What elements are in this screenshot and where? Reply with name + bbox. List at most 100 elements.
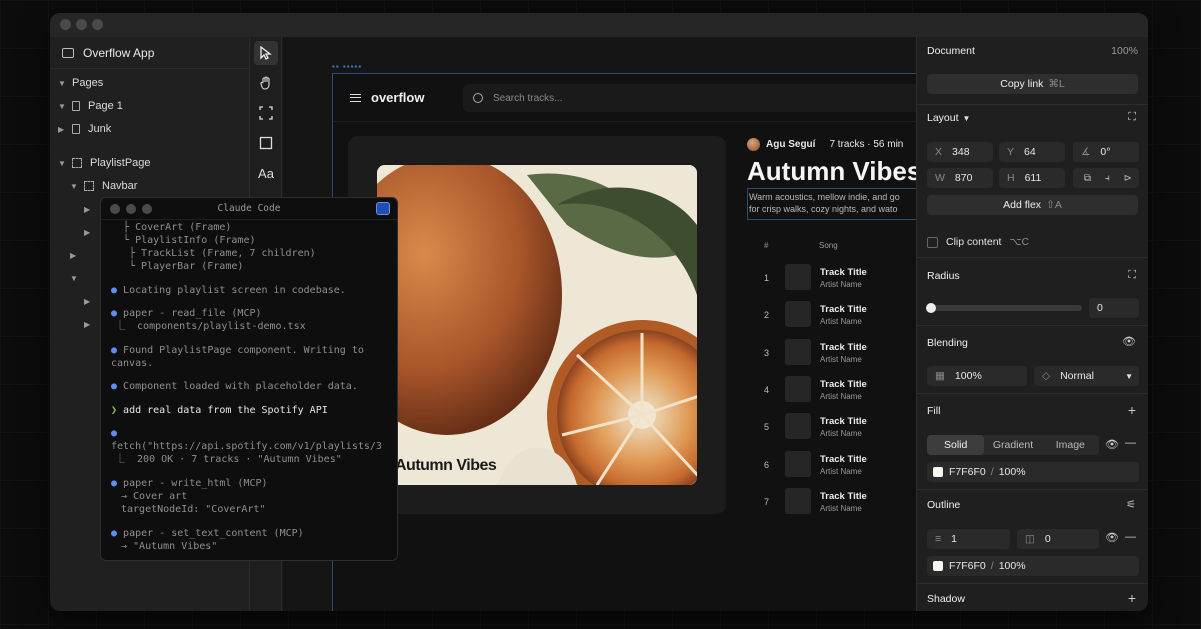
outline-color-field[interactable]: F7F6F0 / 100% (927, 556, 1139, 576)
chevron-right-icon[interactable]: ▶ (84, 228, 98, 237)
color-swatch[interactable] (933, 561, 943, 571)
remove-fill-icon[interactable]: — (1125, 437, 1136, 449)
expand-icon[interactable]: ⛶ (1128, 111, 1136, 124)
layer-playlistpage[interactable]: ▼ PlaylistPage (58, 154, 151, 172)
drop-icon: ◇ (1042, 370, 1051, 382)
terminal-line: ● (111, 427, 117, 440)
select-tool-icon[interactable] (254, 41, 278, 65)
document-label: Document (927, 45, 975, 57)
tab-image[interactable]: Image (1042, 435, 1099, 455)
remove-outline-icon[interactable]: — (1125, 531, 1136, 543)
rotation-field[interactable]: ∡ 0° (1073, 142, 1139, 162)
opacity-field[interactable]: ▦ 100% (927, 366, 1027, 386)
layer-navbar[interactable]: ▼ Navbar (70, 177, 137, 195)
chevron-down-icon[interactable]: ▼ (70, 182, 84, 191)
add-shadow-icon[interactable]: + (1128, 590, 1136, 606)
chevron-down-icon[interactable]: ▼ (70, 274, 84, 283)
tab-gradient[interactable]: Gradient (984, 435, 1041, 455)
brand-logo[interactable]: overflow (371, 90, 424, 105)
color-swatch[interactable] (933, 467, 943, 477)
height-field[interactable]: H 611 (999, 168, 1065, 188)
track-row[interactable]: 5 Track Title Artist Name (747, 413, 917, 441)
clip-content-row[interactable]: Clip content ⌥C (927, 236, 1138, 248)
width-field[interactable]: W 870 (927, 168, 993, 188)
layer-junk[interactable]: ▶ Junk (58, 120, 111, 138)
hand-tool-icon[interactable] (254, 71, 278, 95)
corner-radius-icon[interactable]: ⛶ (1128, 269, 1136, 282)
track-row[interactable]: 7 Track Title Artist Name (747, 487, 917, 516)
fill-color-field[interactable]: F7F6F0 / 100% (927, 462, 1139, 482)
menu-icon[interactable] (350, 94, 361, 102)
radius-field[interactable]: 0 (1089, 298, 1139, 318)
zoom-level[interactable]: 100% (1111, 45, 1138, 57)
separator: / (990, 466, 994, 478)
angle-icon: ∡ (1081, 146, 1091, 158)
playlist-description[interactable]: Warm acoustics, mellow indie, and go for… (747, 188, 917, 220)
terminal-title: Claude Code (217, 203, 281, 214)
blending-label: Blending (927, 337, 968, 349)
eye-icon[interactable]: 👁 (1105, 438, 1119, 451)
blend-mode-select[interactable]: ◇ Normal ▼ (1034, 366, 1139, 386)
app-icon (62, 47, 74, 58)
terminal-text: └ PlaylistInfo (Frame) (111, 235, 256, 246)
add-flex-button[interactable]: Add flex ⇧A (927, 195, 1138, 215)
page-icon (72, 124, 80, 134)
chevron-right-icon[interactable]: ▶ (70, 251, 84, 260)
layer-page-1[interactable]: ▼ Page 1 (58, 97, 123, 115)
tab-solid[interactable]: Solid (927, 435, 985, 455)
settings-sliders-icon[interactable]: ⚟ (1126, 498, 1136, 511)
x-field[interactable]: X 348 (927, 142, 993, 162)
radius-slider[interactable] (926, 303, 1082, 313)
add-fill-icon[interactable]: + (1128, 402, 1136, 418)
flip-vertical-icon[interactable]: ⊳ (1124, 173, 1132, 184)
minimize-window-button[interactable] (76, 19, 87, 30)
field-value: F7F6F0 (949, 466, 986, 478)
clip-content-checkbox[interactable] (927, 236, 938, 248)
chevron-right-icon[interactable]: ▶ (58, 125, 72, 134)
track-row[interactable]: 1 Track Title Artist Name (747, 264, 917, 292)
layer-collapsed[interactable]: ▶ (84, 200, 98, 218)
copy-link-button[interactable]: Copy link ⌘L (927, 74, 1138, 94)
playlist-page-frame[interactable]: overflow Search tracks... Autumn Vibes A… (332, 73, 923, 611)
layer-collapsed[interactable]: ▶ (84, 315, 98, 333)
field-value: 100% (998, 466, 1026, 478)
slider-knob[interactable] (926, 303, 936, 313)
chevron-down-icon[interactable]: ▼ (963, 114, 971, 123)
claude-code-terminal[interactable]: Claude Code ├ CoverArt (Frame) └ Playlis… (100, 197, 398, 561)
aspect-lock-icon[interactable]: ⧉ (1084, 173, 1091, 184)
chevron-down-icon[interactable]: ▼ (58, 102, 72, 111)
chevron-down-icon[interactable]: ▼ (58, 79, 72, 88)
app-header: Overflow App (50, 37, 249, 69)
frame-tool-icon[interactable] (254, 101, 278, 125)
track-row[interactable]: 2 Track Title Artist Name (747, 301, 917, 329)
track-number: 5 (764, 422, 770, 433)
track-row[interactable]: 6 Track Title Artist Name (747, 450, 917, 479)
maximize-window-button[interactable] (92, 19, 103, 30)
chevron-right-icon[interactable]: ▶ (84, 205, 98, 214)
chevron-right-icon[interactable]: ▶ (84, 320, 98, 329)
chevron-down-icon[interactable]: ▼ (58, 159, 72, 168)
outline-width-field[interactable]: ≡ 1 (927, 529, 1010, 549)
playlist-title: Autumn Vibes (747, 156, 922, 186)
layer-collapsed[interactable]: ▶ (84, 292, 98, 310)
track-artist: Artist Name (820, 429, 862, 439)
track-row[interactable]: 4 Track Title Artist Name (747, 375, 917, 404)
eye-icon[interactable]: 👁 (1105, 531, 1119, 544)
field-label: W (935, 172, 945, 184)
layer-collapsed[interactable]: ▶ (70, 246, 84, 264)
layer-collapsed[interactable]: ▼ (70, 269, 84, 287)
rectangle-tool-icon[interactable] (254, 131, 278, 155)
flip-horizontal-icon[interactable]: ⫞ (1105, 173, 1110, 184)
chevron-right-icon[interactable]: ▶ (84, 297, 98, 306)
close-window-button[interactable] (60, 19, 71, 30)
search-input[interactable]: Search tracks... (463, 84, 923, 112)
track-row[interactable]: 3 Track Title Artist Name (747, 338, 917, 367)
layout-header[interactable]: Layout ▼ (927, 112, 1138, 124)
layer-pages[interactable]: ▼ Pages (58, 74, 103, 92)
y-field[interactable]: Y 64 (999, 142, 1065, 162)
outline-radius-field[interactable]: ◫ 0 (1017, 529, 1099, 549)
text-tool-icon[interactable]: Aa (254, 161, 278, 185)
chevron-down-icon: ▼ (1125, 371, 1133, 381)
layer-collapsed[interactable]: ▶ (84, 223, 98, 241)
eye-icon[interactable]: 👁 (1122, 335, 1136, 348)
